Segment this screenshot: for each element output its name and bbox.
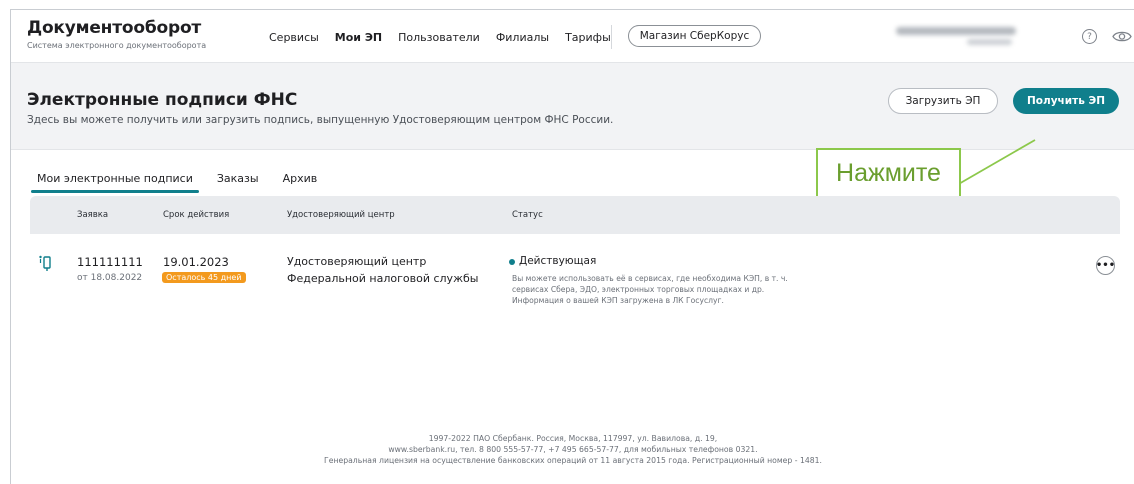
application-date: от 18.08.2022 (77, 273, 143, 283)
footer-line: Генеральная лицензия на осуществление ба… (324, 456, 822, 465)
nav-item-branches[interactable]: Филиалы (496, 31, 549, 44)
nav-item-my-signatures[interactable]: Мои ЭП (335, 31, 382, 44)
tab-archive[interactable]: Архив (283, 172, 318, 193)
eye-icon[interactable] (1112, 29, 1132, 44)
column-header-status: Статус (512, 210, 543, 220)
page-footer: 1997-2022 ПАО Сбербанк. Россия, Москва, … (11, 433, 1134, 466)
table-row[interactable]: 111111111 от 18.08.2022 19.01.2023 Остал… (30, 250, 1120, 330)
status-indicator-dot (509, 259, 515, 265)
top-navigation-bar: Документооборот Система электронного док… (11, 10, 1134, 62)
more-actions-button[interactable]: ••• (1096, 256, 1115, 275)
status-description: Вы можете использовать её в сервисах, гд… (512, 273, 788, 306)
page-subtitle: Здесь вы можете получить или загрузить п… (27, 114, 614, 126)
page-title: Электронные подписи ФНС (27, 90, 298, 110)
usb-token-icon (39, 255, 51, 271)
status-badge: Действующая (519, 255, 597, 267)
status-description-line: Информация о вашей КЭП загружена в ЛК Го… (512, 296, 724, 305)
app-window: Документооборот Система электронного док… (10, 9, 1134, 484)
user-account-blurred[interactable] (891, 25, 1016, 47)
app-logo-title[interactable]: Документооборот (27, 18, 201, 38)
nav-item-tariffs[interactable]: Тарифы (565, 31, 611, 44)
remaining-days-badge: Осталось 45 дней (162, 272, 246, 283)
nav-item-users[interactable]: Пользователи (398, 31, 480, 44)
question-circle-icon[interactable]: ? (1082, 29, 1097, 44)
column-header-validity: Срок действия (163, 210, 230, 220)
application-number: 111111111 (77, 255, 143, 269)
signature-tabs: Мои электронные подписи Заказы Архив (31, 172, 341, 193)
column-header-ca: Удостоверяющий центр (287, 210, 395, 220)
footer-line: 1997-2022 ПАО Сбербанк. Россия, Москва, … (428, 434, 718, 443)
certification-center-line1: Удостоверяющий центр (287, 255, 427, 268)
column-header-application: Заявка (77, 210, 109, 220)
app-logo-subtitle: Система электронного документооборота (27, 41, 207, 50)
annotation-callout: Нажмите (816, 148, 961, 198)
shop-button[interactable]: Магазин СберКорус (628, 25, 761, 47)
footer-line[interactable]: www.sberbank.ru, тел. 8 800 555-57-77, +… (11, 444, 1134, 455)
upload-signature-button[interactable]: Загрузить ЭП (888, 88, 998, 114)
nav-item-services[interactable]: Сервисы (269, 31, 319, 44)
tab-my-signatures[interactable]: Мои электронные подписи (31, 172, 199, 193)
get-signature-button[interactable]: Получить ЭП (1013, 88, 1119, 114)
certification-center-line2: Федеральной налоговой службы (287, 272, 479, 285)
status-description-line: сервисах Сбера, ЭДО, электронных торговы… (512, 285, 765, 294)
main-nav: Сервисы Мои ЭП Пользователи Филиалы Тари… (269, 31, 627, 44)
expiry-date: 19.01.2023 (163, 255, 229, 269)
status-description-line: Вы можете использовать её в сервисах, гд… (512, 274, 788, 283)
tab-orders[interactable]: Заказы (217, 172, 259, 193)
page-header: Электронные подписи ФНС Здесь вы можете … (11, 62, 1134, 150)
table-header: Заявка Срок действия Удостоверяющий цент… (30, 196, 1120, 234)
nav-divider (611, 25, 612, 49)
